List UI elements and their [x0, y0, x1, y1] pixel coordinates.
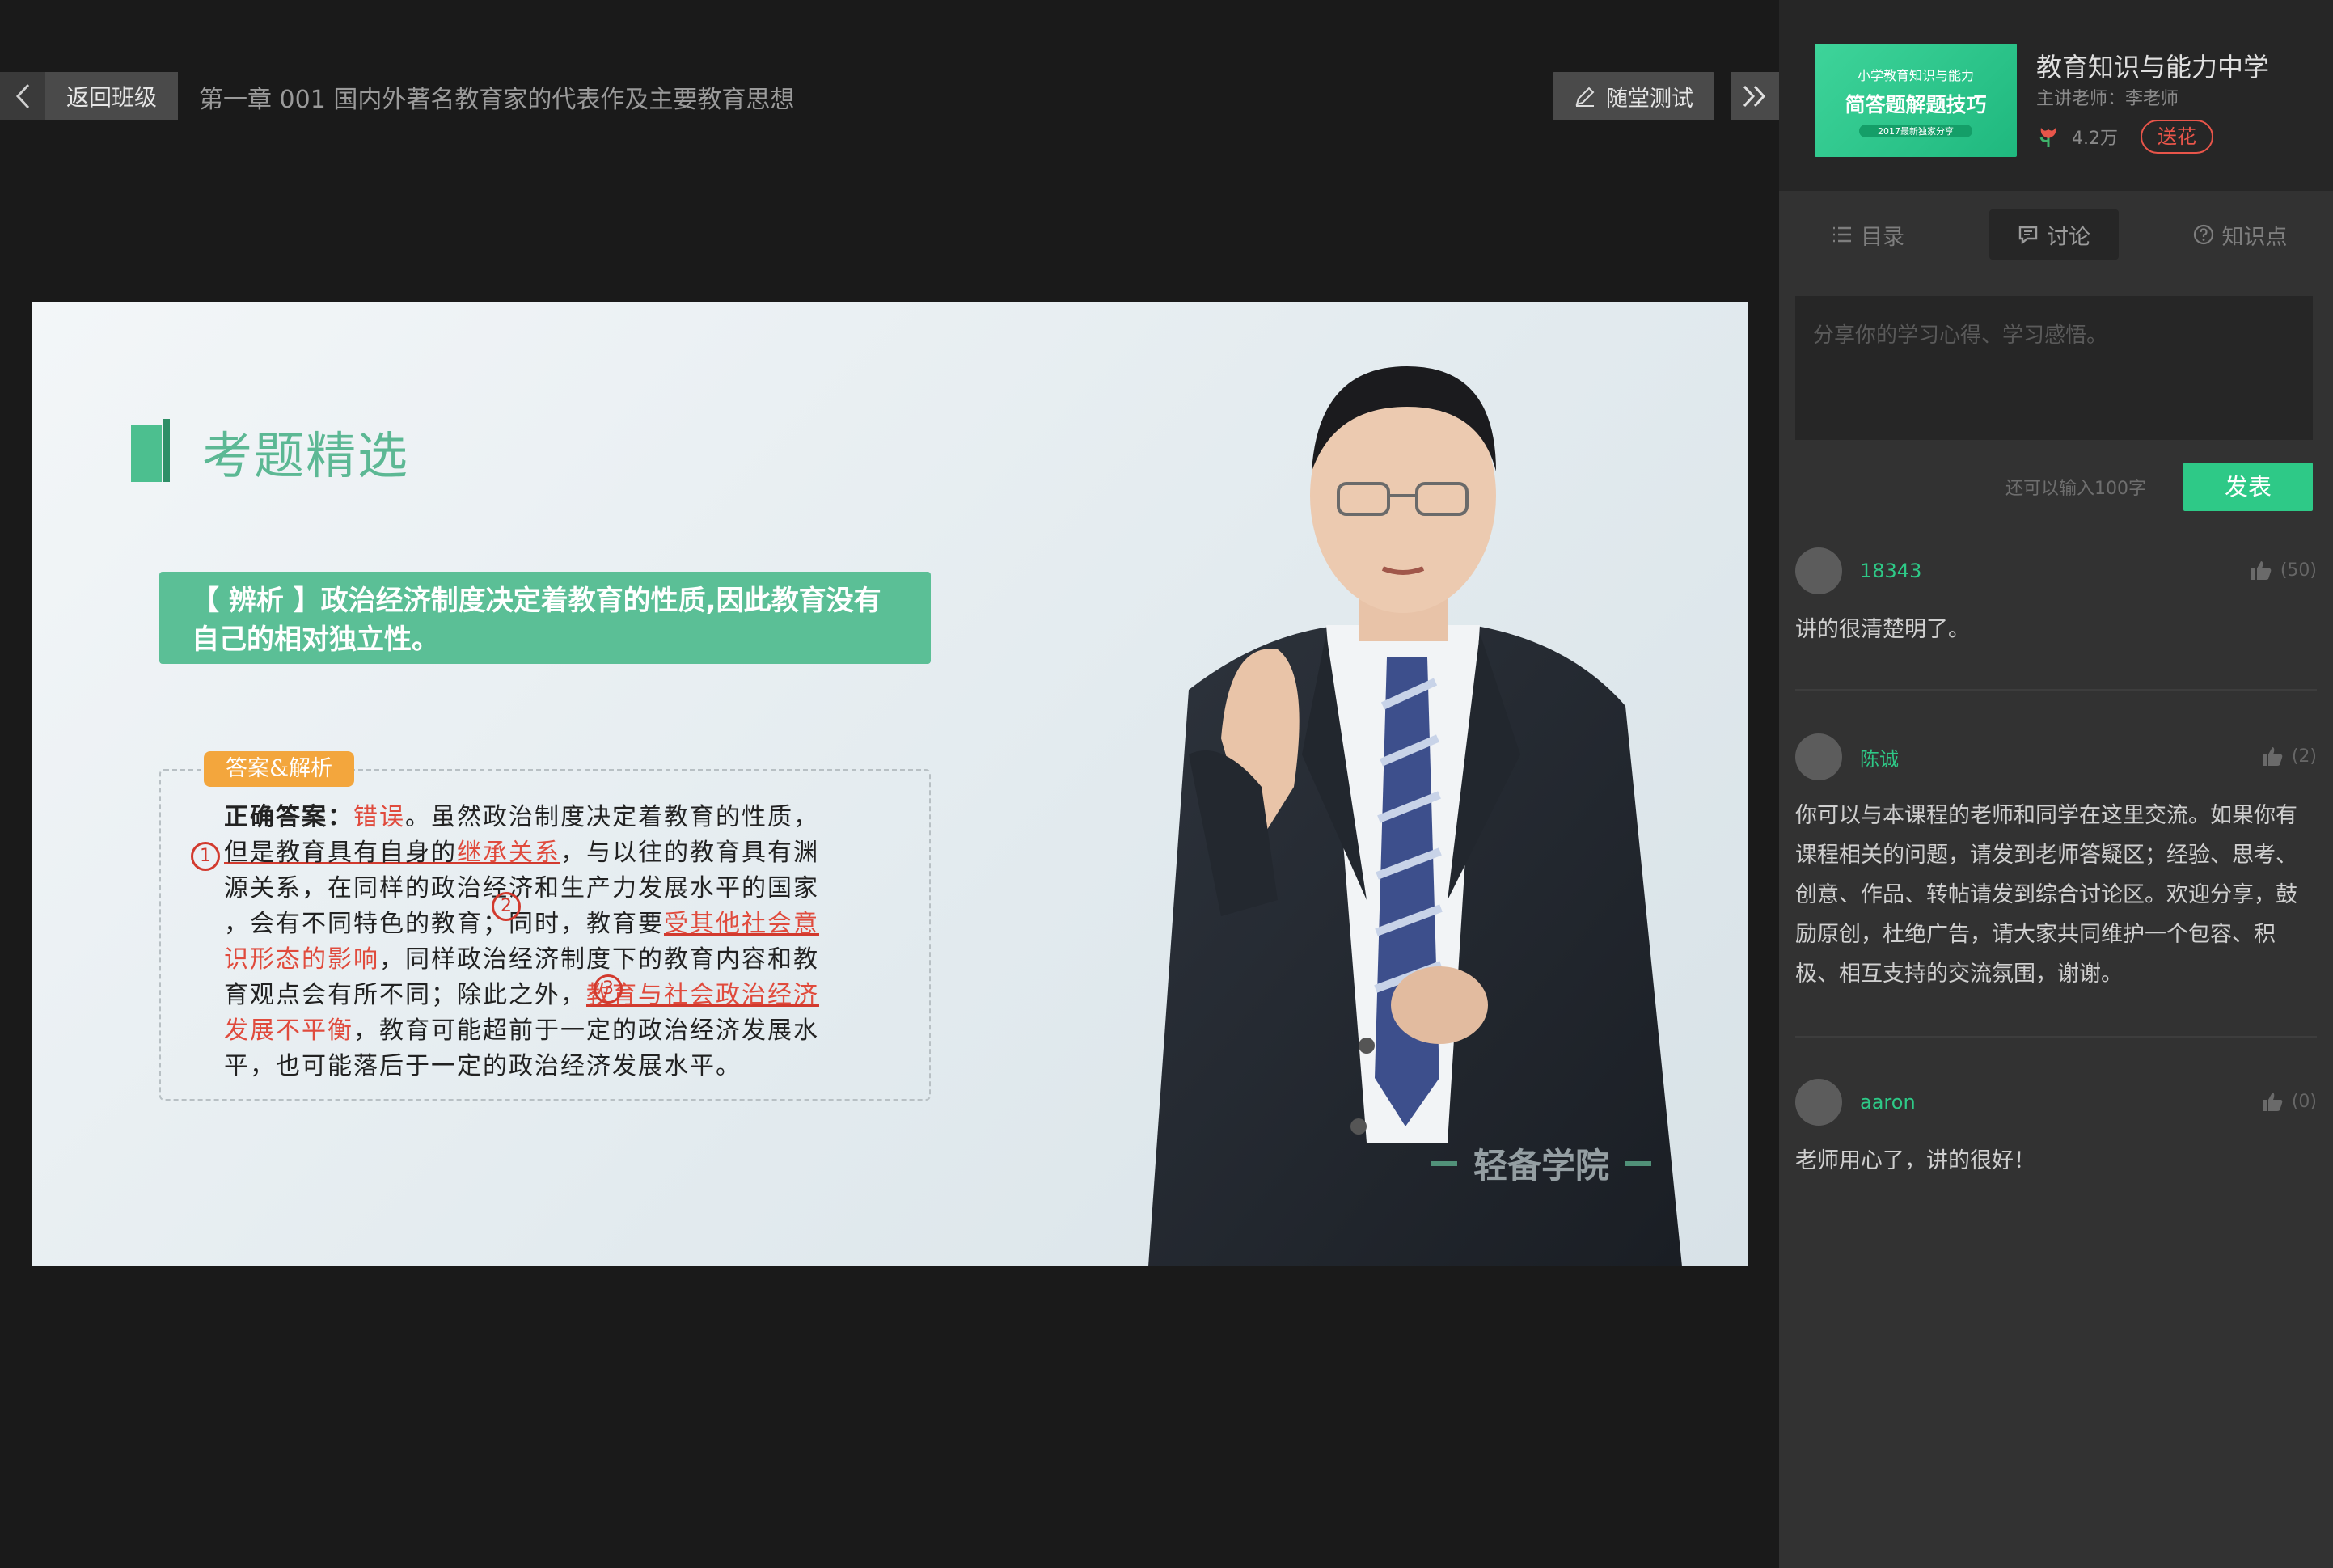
- avatar[interactable]: [1795, 547, 1842, 594]
- double-chevron-right-icon: [1743, 85, 1766, 108]
- answer-line: ，会有不同特色的教育；同时，教育要受其他社会意: [224, 910, 819, 938]
- comment-item: aaron (0) 老师用心了，讲的很好！: [1795, 1078, 2317, 1181]
- course-card: 小学教育知识与能力 简答题解题技巧 2017最新独家分享 教育知识与能力中学 主…: [1779, 0, 2333, 191]
- lesson-title: 第一章 001 国内外著名教育家的代表作及主要教育思想: [199, 86, 795, 114]
- presenter-image: [1148, 366, 1682, 1266]
- sidebar: 小学教育知识与能力 简答题解题技巧 2017最新独家分享 教育知识与能力中学 主…: [1779, 0, 2333, 1568]
- avatar[interactable]: [1795, 1079, 1842, 1126]
- tab-catalog-label: 目录: [1861, 224, 1904, 250]
- flower-count: 4.2万: [2072, 129, 2118, 149]
- list-icon: [1833, 226, 1851, 243]
- quiz-button[interactable]: 随堂测试: [1553, 72, 1714, 120]
- answer-line: 识形态的影响，同样政治经济制度下的教育内容和教: [224, 945, 819, 974]
- thumb-line-3: 2017最新独家分享: [1859, 125, 1972, 137]
- comment-text: 你可以与本课程的老师和同学在这里交流。如果你有课程相关的问题，请发到老师答疑区；…: [1795, 803, 2297, 987]
- tab-discussion[interactable]: 讨论: [1989, 209, 2119, 260]
- flower-row: 4.2万 送花: [2036, 120, 2213, 154]
- comment-text: 老师用心了，讲的很好！: [1795, 1148, 2035, 1173]
- slide-heading: 考题精选: [131, 415, 409, 488]
- chat-icon: [2018, 226, 2038, 244]
- back-to-class-label: 返回班级: [66, 84, 157, 111]
- tab-catalog[interactable]: 目录: [1803, 209, 1933, 260]
- answer-line: 育观点会有所不同；除此之外，教育与社会政治经济: [224, 981, 819, 1009]
- like-button[interactable]: (50): [2250, 560, 2317, 581]
- sidebar-tabs: 目录 讨论 知识点: [1779, 191, 2333, 280]
- course-thumbnail[interactable]: 小学教育知识与能力 简答题解题技巧 2017最新独家分享: [1815, 44, 2017, 157]
- comment-username[interactable]: 陈诚: [1860, 743, 1899, 771]
- question-circle-icon: [2193, 224, 2213, 245]
- thumb-line-1: 小学教育知识与能力: [1857, 68, 1974, 83]
- post-button[interactable]: 发表: [2183, 463, 2313, 511]
- comment-text: 讲的很清楚明了。: [1795, 617, 1970, 642]
- course-title: 教育知识与能力中学: [2036, 52, 2270, 82]
- comment-input[interactable]: [1795, 296, 2313, 440]
- chevron-left-icon: [0, 72, 45, 120]
- tab-knowledge-label: 知识点: [2221, 224, 2288, 250]
- annotation-mark-3: 3: [594, 974, 623, 1004]
- comment-username[interactable]: 18343: [1860, 560, 1921, 582]
- answer-line: 但是教育具有自身的继承关系，与以往的教育具有渊: [224, 839, 819, 867]
- comment-item: 陈诚 (2) 你可以与本课程的老师和同学在这里交流。如果你有课程相关的问题，请发…: [1795, 733, 2317, 994]
- thumbs-up-icon: [2262, 1093, 2283, 1111]
- discussion-panel: 还可以输入100字 发表 18343 (50) 讲的很清楚明了。 陈诚: [1779, 280, 2333, 1568]
- like-button[interactable]: (2): [2261, 746, 2317, 767]
- tab-knowledge[interactable]: 知识点: [2167, 209, 2313, 260]
- like-count: (2): [2291, 746, 2317, 767]
- divider: [1795, 1036, 2317, 1038]
- tab-discussion-label: 讨论: [2047, 224, 2090, 250]
- answer-line: 发展不平衡，教育可能超前于一定的政治经济发展水: [224, 1016, 819, 1045]
- comment-item: 18343 (50) 讲的很清楚明了。: [1795, 547, 2317, 649]
- thumbs-up-icon: [2251, 561, 2272, 580]
- flower-icon: [2039, 128, 2056, 147]
- like-button[interactable]: (0): [2261, 1091, 2317, 1112]
- annotation-mark-2: 2: [492, 892, 521, 921]
- collapse-sidebar-button[interactable]: [1731, 72, 1779, 120]
- send-flower-button[interactable]: 送花: [2141, 120, 2213, 154]
- chars-left: 还可以输入100字: [2005, 479, 2146, 499]
- like-count: (50): [2280, 560, 2317, 581]
- pencil-icon: [1575, 87, 1595, 107]
- answer-line: 正确答案：错误。虽然政治制度决定着教育的性质，: [224, 803, 819, 831]
- teacher-name: 主讲老师：李老师: [2036, 89, 2179, 109]
- slide-title: 考题精选: [202, 426, 410, 485]
- book-icon: [131, 419, 173, 484]
- like-count: (0): [2291, 1091, 2317, 1112]
- annotation-mark-1: 1: [191, 842, 220, 871]
- video-player[interactable]: 考题精选 【 辨析 】政治经济制度决定着教育的性质,因此教育没有自己的相对独立性…: [32, 302, 1748, 1266]
- quiz-label: 随堂测试: [1606, 86, 1693, 112]
- comment-username[interactable]: aaron: [1860, 1091, 1916, 1114]
- back-to-class-button[interactable]: 返回班级: [0, 72, 178, 120]
- avatar[interactable]: [1795, 733, 1842, 780]
- question-box: 【 辨析 】政治经济制度决定着教育的性质,因此教育没有自己的相对独立性。: [159, 572, 931, 664]
- answer-line: 平，也可能落后于一定的政治经济发展水平。: [224, 1052, 742, 1080]
- divider: [1795, 689, 2317, 691]
- thumb-line-2: 简答题解题技巧: [1845, 93, 1987, 116]
- watermark: 轻备学院: [1431, 1139, 1652, 1188]
- thumbs-up-icon: [2262, 747, 2283, 766]
- answer-box: 正确答案：错误。虽然政治制度决定着教育的性质， 但是教育具有自身的继承关系，与以…: [159, 769, 931, 1101]
- answer-line: 源关系，在同样的政治经济和生产力发展水平的国家: [224, 874, 819, 902]
- answer-tag: 答案&解析: [204, 751, 354, 787]
